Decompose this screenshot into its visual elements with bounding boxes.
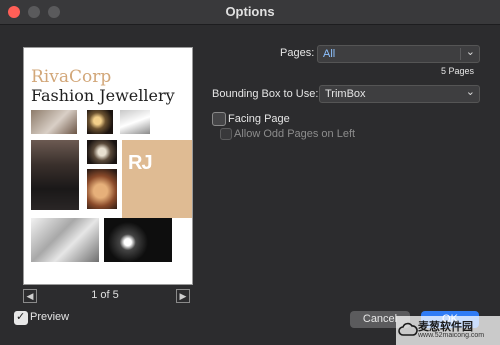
odd-pages-left-checkbox[interactable]: [220, 128, 232, 140]
checkmark-icon: ✓: [16, 311, 26, 323]
brand-tagline: Fashion Jewellery: [31, 86, 175, 105]
brand-logo: RJ: [128, 152, 153, 174]
jewel-photo-1: [31, 110, 77, 134]
jewel-photo-2: [87, 110, 113, 134]
page-preview: RivaCorp Fashion Jewellery RJ: [23, 47, 193, 285]
brand-name: RivaCorp: [31, 67, 112, 87]
odd-pages-left-label: Allow Odd Pages on Left: [234, 128, 356, 140]
pages-select-value: All: [323, 48, 336, 60]
preview-checkbox[interactable]: ✓: [14, 311, 28, 325]
jewel-photo-5: [87, 169, 117, 209]
pages-label: Pages:: [280, 47, 315, 59]
watermark-url: www.52maicong.com: [418, 332, 485, 339]
model-photo: [31, 140, 79, 210]
title-bar: Options: [0, 0, 500, 25]
jewel-photo-3: [120, 110, 150, 134]
window-title: Options: [225, 4, 275, 19]
jewel-photo-7: [104, 218, 172, 262]
bounding-box-select-value: TrimBox: [325, 88, 366, 100]
page-indicator: 1 of 5: [91, 289, 119, 301]
chevron-down-icon: ⌄: [465, 86, 475, 98]
select-divider: [460, 48, 461, 60]
bounding-box-select[interactable]: TrimBox ⌄: [319, 85, 480, 103]
site-watermark: 麦葱软件园 www.52maicong.com: [396, 316, 500, 345]
preview-label: Preview: [30, 311, 70, 323]
pages-count: 5 Pages: [441, 66, 475, 76]
chevron-down-icon: ⌄: [465, 46, 475, 58]
arrow-right-icon: ▶: [179, 291, 187, 301]
facing-page-label: Facing Page: [228, 113, 290, 125]
jewel-photo-6: [31, 218, 99, 262]
jewel-photo-4: [87, 140, 117, 164]
arrow-left-icon: ◀: [26, 291, 34, 301]
pages-select[interactable]: All ⌄: [317, 45, 480, 63]
facing-page-checkbox[interactable]: [212, 112, 226, 126]
cloud-logo-icon: [398, 322, 418, 336]
next-page-button[interactable]: ▶: [176, 289, 190, 303]
bounding-box-label: Bounding Box to Use:: [212, 88, 319, 100]
previous-page-button[interactable]: ◀: [23, 289, 37, 303]
